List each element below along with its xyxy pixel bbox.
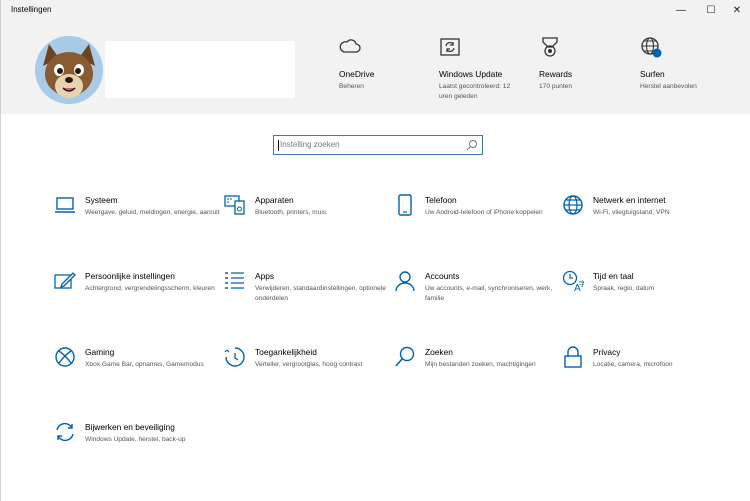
hero-title: Rewards	[539, 69, 573, 79]
minimize-button[interactable]: —	[667, 0, 695, 20]
tile-apparaten[interactable]: Apparaten Bluetooth, printers, muis	[224, 194, 389, 252]
tile-tijd-en-taal[interactable]: A 字 Tijd en taal Spraak, regio, datum	[562, 270, 727, 328]
search-icon	[395, 346, 415, 367]
maximize-button[interactable]: ☐	[697, 0, 725, 20]
tile-persoonlijke-instellingen[interactable]: Persoonlijke instellingen Achtergrond, v…	[54, 270, 219, 328]
search-icon[interactable]	[466, 139, 478, 151]
xbox-icon	[55, 347, 75, 367]
tile-title: Privacy	[593, 347, 621, 357]
hero-title: Surfen	[640, 69, 665, 79]
svg-text:字: 字	[579, 279, 584, 288]
medal-icon	[542, 37, 558, 57]
tile-description: Wi-Fi, vliegtuigstand, VPN	[593, 209, 670, 216]
tile-title: Tijd en taal	[593, 271, 634, 281]
hero-onedrive[interactable]: OneDrive Beheren	[339, 36, 434, 90]
hero-subtitle: Laatst gecontroleerd: 12 uren geleden	[439, 83, 511, 100]
tile-description: Achtergrond, vergrendelingsscherm, kleur…	[85, 285, 215, 292]
tile-title: Telefoon	[425, 195, 457, 205]
tile-bijwerken-en-beveiliging[interactable]: Bijwerken en beveiliging Windows Update,…	[54, 421, 219, 479]
window-title: Instellingen	[11, 5, 52, 14]
tile-description: Uw Android-telefoon of iPhone koppelen	[425, 209, 543, 216]
tile-title: Netwerk en internet	[593, 195, 666, 205]
search-placeholder: Instelling zoeken	[280, 140, 340, 149]
pen-screen-icon	[54, 272, 76, 289]
tile-title: Accounts	[425, 271, 460, 281]
tile-title: Apparaten	[255, 195, 294, 205]
lock-icon	[564, 346, 582, 368]
search-input[interactable]: Instelling zoeken	[273, 135, 483, 155]
tile-description: Bluetooth, printers, muis	[255, 209, 327, 216]
person-icon	[395, 271, 415, 292]
title-bar: Instellingen — ☐ ✕	[1, 0, 750, 20]
tile-title: Zoeken	[425, 347, 453, 357]
tile-accounts[interactable]: Accounts Uw accounts, e-mail, synchronis…	[394, 270, 559, 328]
status-dot	[652, 48, 662, 58]
time-language-icon: A 字	[562, 270, 584, 292]
tile-description: Xbox Game Bar, opnames, Gamemodus	[85, 361, 204, 368]
phone-icon	[398, 194, 412, 216]
hero-surfen[interactable]: Surfen Herstel aanbevolen	[640, 36, 735, 90]
tile-title: Apps	[255, 271, 275, 281]
tile-systeem[interactable]: Systeem Weergave, geluid, meldingen, ene…	[54, 194, 219, 252]
close-button[interactable]: ✕	[723, 0, 750, 20]
tile-description: Verteller, vergrootglas, hoog contrast	[255, 361, 363, 368]
tile-description: Windows Update, herstel, back-up	[85, 436, 186, 443]
cloud-icon	[339, 39, 361, 53]
tile-gaming[interactable]: Gaming Xbox Game Bar, opnames, Gamemodus	[54, 346, 219, 404]
globe-icon	[563, 195, 583, 215]
tile-description: Uw accounts, e-mail, synchroniseren, wer…	[425, 285, 553, 302]
avatar-dog-image	[35, 36, 103, 104]
tile-telefoon[interactable]: Telefoon Uw Android-telefoon of iPhone k…	[394, 194, 559, 252]
tile-description: Spraak, regio, datum	[593, 285, 655, 292]
sync-icon	[56, 422, 74, 442]
tile-title: Gaming	[85, 347, 115, 357]
windows-update-icon	[440, 38, 460, 56]
devices-icon	[224, 195, 245, 215]
hero-title: OneDrive	[339, 69, 375, 79]
ease-of-access-icon	[224, 347, 245, 367]
tile-toegankelijkheid[interactable]: Toegankelijkheid Verteller, vergrootglas…	[224, 346, 389, 404]
hero-windows-update[interactable]: Windows Update Laatst gecontroleerd: 12 …	[439, 36, 534, 100]
tile-netwerk-en-internet[interactable]: Netwerk en internet Wi-Fi, vliegtuigstan…	[562, 194, 727, 252]
tile-description: Verwijderen, standaardinstellingen, opti…	[255, 285, 386, 302]
tile-description: Mijn bestanden zoeken, machtigingen	[425, 361, 536, 368]
hero-subtitle: 170 punten	[539, 83, 573, 90]
tile-description: Weergave, geluid, meldingen, energie, aa…	[85, 209, 220, 216]
tile-description: Locatie, camera, microfoon	[593, 361, 673, 368]
avatar[interactable]	[35, 36, 103, 104]
tile-apps[interactable]: Apps Verwijderen, standaardinstellingen,…	[224, 270, 389, 328]
laptop-icon	[55, 197, 75, 213]
hero-subtitle: Herstel aanbevolen	[640, 83, 697, 90]
apps-list-icon	[225, 272, 244, 289]
hero-title: Windows Update	[439, 69, 503, 79]
text-caret	[278, 140, 279, 151]
account-name-redacted	[105, 41, 295, 98]
tile-privacy[interactable]: Privacy Locatie, camera, microfoon	[562, 346, 727, 404]
tile-title: Persoonlijke instellingen	[85, 271, 175, 281]
tile-title: Bijwerken en beveiliging	[85, 422, 175, 432]
tile-title: Toegankelijkheid	[255, 347, 317, 357]
hero-subtitle: Beheren	[339, 83, 364, 90]
tile-title: Systeem	[85, 195, 118, 205]
hero-rewards[interactable]: Rewards 170 punten	[539, 36, 634, 90]
globe-icon	[641, 37, 662, 58]
tile-zoeken[interactable]: Zoeken Mijn bestanden zoeken, machtiging…	[394, 346, 559, 404]
